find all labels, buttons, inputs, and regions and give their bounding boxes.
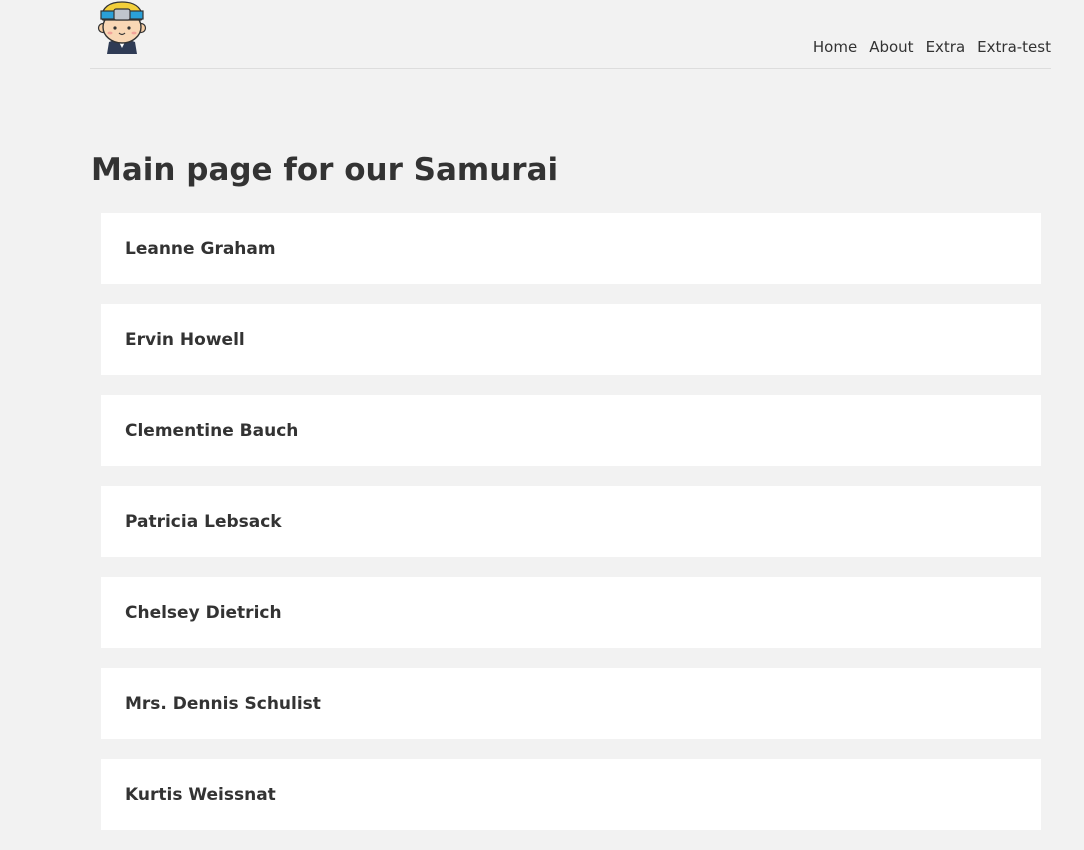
main-nav: Home About Extra Extra-test (813, 37, 1051, 57)
user-card[interactable]: Mrs. Dennis Schulist (101, 668, 1041, 739)
user-card[interactable]: Chelsey Dietrich (101, 577, 1041, 648)
user-card[interactable]: Leanne Graham (101, 213, 1041, 284)
user-name: Clementine Bauch (125, 420, 299, 441)
user-card[interactable]: Patricia Lebsack (101, 486, 1041, 557)
nav-link-home[interactable]: Home (813, 37, 857, 57)
nav-link-about[interactable]: About (869, 37, 913, 57)
user-name: Ervin Howell (125, 329, 245, 350)
user-name: Leanne Graham (125, 238, 276, 259)
user-name: Chelsey Dietrich (125, 602, 282, 623)
user-card[interactable]: Ervin Howell (101, 304, 1041, 375)
user-name: Patricia Lebsack (125, 511, 282, 532)
user-card[interactable]: Kurtis Weissnat (101, 759, 1041, 830)
user-card[interactable]: Clementine Bauch (101, 395, 1041, 466)
nav-link-extra[interactable]: Extra (926, 37, 966, 57)
samurai-avatar-icon[interactable] (93, 0, 151, 54)
user-list: Leanne Graham Ervin Howell Clementine Ba… (101, 213, 1041, 850)
user-name: Mrs. Dennis Schulist (125, 693, 321, 714)
site-header: Home About Extra Extra-test (90, 0, 1051, 69)
page-title: Main page for our Samurai (91, 152, 559, 188)
nav-link-extra-test[interactable]: Extra-test (977, 37, 1051, 57)
user-name: Kurtis Weissnat (125, 784, 276, 805)
